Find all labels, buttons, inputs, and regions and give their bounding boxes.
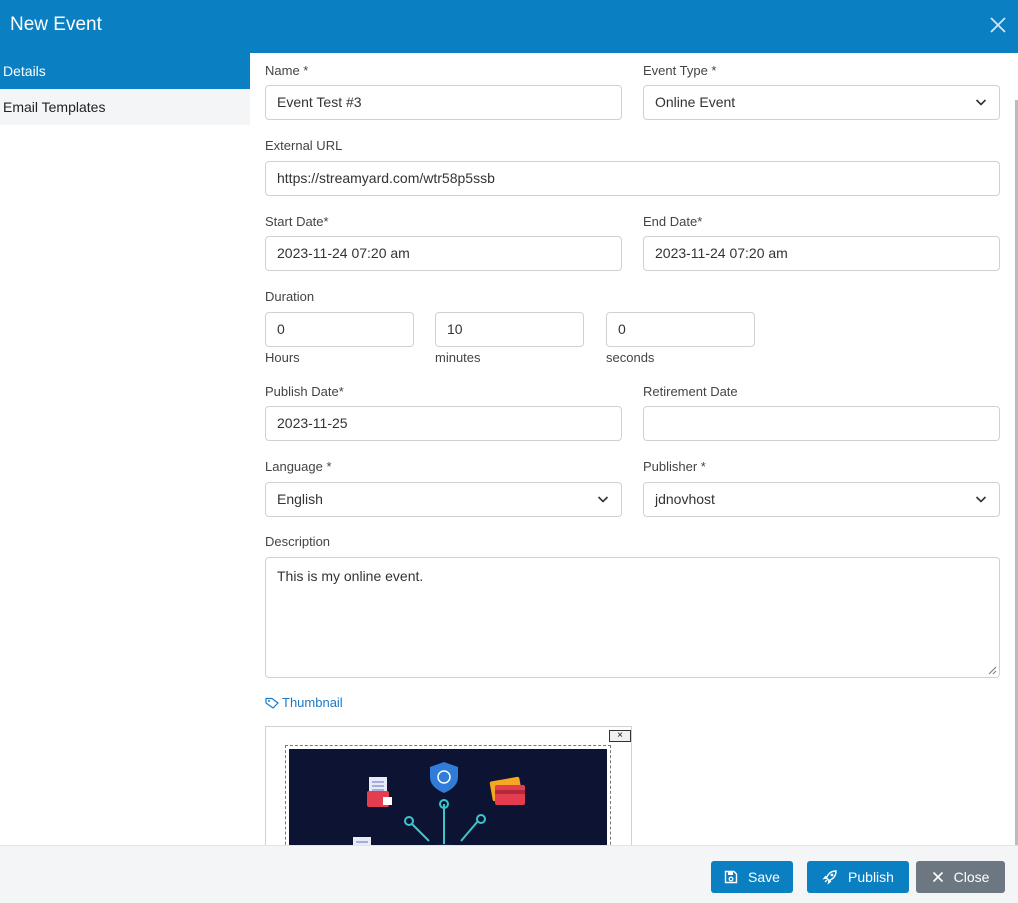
- sidebar-item-email-templates[interactable]: Email Templates: [0, 89, 250, 125]
- language-select[interactable]: English: [265, 482, 622, 517]
- event-type-select[interactable]: Online Event: [643, 85, 1000, 120]
- external-url-input[interactable]: https://streamyard.com/wtr58p5ssb: [265, 161, 1000, 196]
- close-icon[interactable]: [988, 14, 1008, 36]
- name-input[interactable]: Event Test #3: [265, 85, 622, 120]
- chevron-down-icon: [975, 99, 987, 106]
- end-date-label: End Date*: [643, 214, 703, 229]
- x-icon: [932, 871, 943, 883]
- external-url-label: External URL: [265, 138, 343, 153]
- thumbnail-label: Thumbnail: [282, 695, 343, 710]
- details-form: Name * Event Test #3 Event Type * Online…: [265, 53, 1000, 845]
- duration-seconds-unit: seconds: [606, 350, 655, 365]
- description-label: Description: [265, 534, 331, 549]
- start-date-input[interactable]: 2023-11-24 07:20 am: [265, 236, 622, 271]
- duration-hours-input[interactable]: 0: [265, 312, 414, 347]
- sidebar: Details Email Templates: [0, 53, 250, 125]
- save-label: Save: [748, 869, 780, 885]
- event-type-label: Event Type *: [643, 63, 717, 78]
- description-textarea[interactable]: This is my online event.: [265, 557, 1000, 678]
- save-button[interactable]: Save: [711, 861, 793, 893]
- name-label: Name *: [265, 63, 309, 78]
- description-value: This is my online event.: [277, 568, 424, 584]
- chevron-down-icon: [597, 496, 609, 503]
- duration-minutes-unit: minutes: [435, 350, 481, 365]
- duration-hours-unit: Hours: [265, 350, 300, 365]
- publish-date-label: Publish Date*: [265, 384, 344, 399]
- dialog-title: New Event: [10, 14, 102, 35]
- thumbnail-link[interactable]: Thumbnail: [265, 695, 343, 710]
- event-type-value: Online Event: [655, 94, 736, 110]
- chevron-down-icon: [975, 496, 987, 503]
- publisher-value: jdnovhost: [655, 491, 715, 507]
- thumbnail-remove-button[interactable]: ×: [609, 730, 631, 742]
- dialog-footer: Save Publish Close: [0, 845, 1018, 903]
- thumbnail-preview: ×: [265, 726, 632, 845]
- retirement-date-label: Retirement Date: [643, 384, 738, 399]
- publisher-select[interactable]: jdnovhost: [643, 482, 1000, 517]
- retirement-date-input[interactable]: [643, 406, 1000, 441]
- publish-button[interactable]: Publish: [807, 861, 909, 893]
- close-label: Close: [953, 869, 990, 885]
- publish-date-input[interactable]: 2023-11-25: [265, 406, 622, 441]
- end-date-input[interactable]: 2023-11-24 07:20 am: [643, 236, 1000, 271]
- close-button[interactable]: Close: [916, 861, 1005, 893]
- duration-label: Duration: [265, 289, 315, 304]
- tag-icon: [265, 697, 279, 709]
- publisher-label: Publisher *: [643, 459, 706, 474]
- dialog-header: New Event: [0, 0, 1018, 53]
- language-value: English: [277, 491, 323, 507]
- duration-minutes-input[interactable]: 10: [435, 312, 584, 347]
- rocket-icon: [822, 870, 837, 885]
- duration-seconds-input[interactable]: 0: [606, 312, 755, 347]
- thumbnail-image: [289, 749, 607, 845]
- publish-label: Publish: [848, 869, 894, 885]
- save-icon: [724, 870, 738, 884]
- start-date-label: Start Date*: [265, 214, 329, 229]
- resize-handle-icon[interactable]: [988, 666, 997, 675]
- sidebar-item-details[interactable]: Details: [0, 53, 250, 89]
- language-label: Language *: [265, 459, 332, 474]
